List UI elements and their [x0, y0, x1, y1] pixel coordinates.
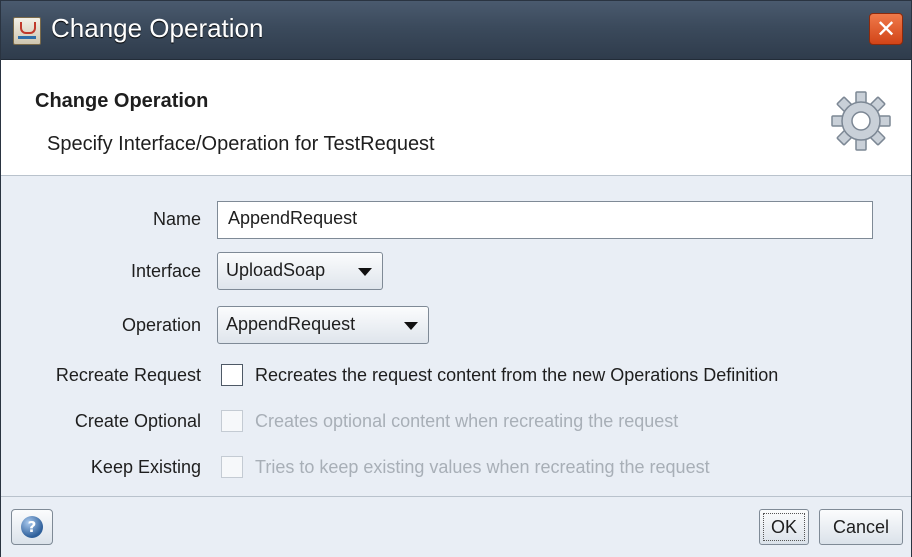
- header-title: Change Operation: [35, 90, 209, 112]
- create-optional-label: Create Optional: [74, 411, 201, 431]
- title-bar[interactable]: Change Operation ✕: [1, 1, 911, 60]
- keep-existing-description: Tries to keep existing values when recre…: [255, 457, 710, 477]
- interface-select[interactable]: UploadSoap: [217, 252, 383, 290]
- operation-select[interactable]: AppendRequest: [217, 306, 429, 344]
- help-icon: ?: [21, 516, 43, 538]
- operation-label: Operation: [121, 315, 201, 335]
- gear-icon: [831, 91, 891, 151]
- dialog-header: Change Operation Specify Interface/Opera…: [1, 60, 911, 176]
- window-title: Change Operation: [51, 13, 264, 43]
- header-subtitle: Specify Interface/Operation for TestRequ…: [47, 133, 435, 155]
- chevron-down-icon: [358, 268, 372, 276]
- chevron-down-icon: [404, 322, 418, 330]
- recreate-request-checkbox[interactable]: [221, 364, 243, 386]
- create-optional-description: Creates optional content when recreating…: [255, 411, 679, 431]
- keep-existing-label: Keep Existing: [90, 457, 201, 477]
- help-button[interactable]: ?: [11, 509, 53, 545]
- operation-value: AppendRequest: [226, 314, 356, 334]
- close-icon: ✕: [875, 15, 897, 43]
- name-field[interactable]: AppendRequest: [217, 201, 873, 239]
- interface-value: UploadSoap: [226, 260, 326, 280]
- change-operation-dialog: Change Operation ✕ Change Operation Spec…: [0, 0, 912, 557]
- cancel-button[interactable]: Cancel: [819, 509, 903, 545]
- ok-button[interactable]: OK: [759, 509, 809, 545]
- recreate-request-label: Recreate Request: [55, 365, 201, 385]
- java-cup-icon: [13, 17, 41, 45]
- close-button[interactable]: ✕: [869, 13, 903, 45]
- recreate-request-description: Recreates the request content from the n…: [255, 365, 779, 385]
- name-label: Name: [152, 209, 201, 229]
- create-optional-checkbox[interactable]: [221, 410, 243, 432]
- interface-label: Interface: [130, 261, 201, 281]
- dialog-footer: ? OK Cancel: [1, 496, 911, 557]
- keep-existing-checkbox[interactable]: [221, 456, 243, 478]
